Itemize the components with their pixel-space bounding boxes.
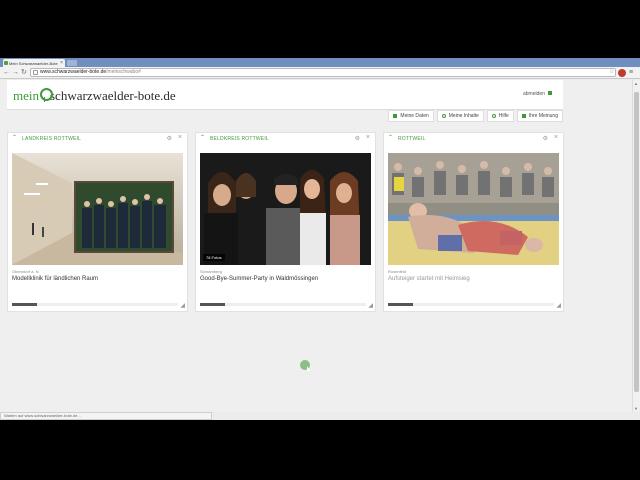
nav-label: Hilfe	[498, 113, 509, 119]
nav-label: Ihre Meinung	[528, 113, 558, 119]
news-card: ⌃ BELDKREIS ROTTWEIL ⚙ × 78 Fotos Schram…	[195, 132, 376, 312]
page-viewport: mein schwarzwaelder-bote.de abmelden Mein…	[0, 80, 632, 412]
card-title: LANDKREIS ROTTWEIL	[22, 136, 82, 142]
menu-icon[interactable]: ≡	[629, 68, 633, 77]
progress-fill	[388, 303, 413, 306]
article-headline[interactable]: Modellklinik für ländlichen Raum	[12, 276, 98, 282]
nav-label: Meine Daten	[400, 113, 429, 119]
scroll-down-icon[interactable]: ▼	[634, 406, 638, 411]
article-photo[interactable]	[12, 153, 183, 265]
nav-label: Meine Inhalte	[448, 113, 479, 119]
logout-link[interactable]: abmelden	[523, 91, 552, 97]
card-header: ⌃ BELDKREIS ROTTWEIL ⚙ ×	[196, 133, 375, 145]
rotation-progress	[12, 303, 178, 306]
article-headline[interactable]: Aufsteiger startet mit Heimsieg	[388, 276, 470, 282]
browser-toolbar: ← → ↻ www.schwarzwaelder-bote.de/meinsch…	[0, 67, 640, 79]
collapse-chevron-icon[interactable]: ⌃	[12, 134, 17, 141]
status-bar: Warten auf www.schwarzwaelder-bote.de...	[0, 412, 212, 420]
scrollbar-thumb[interactable]	[634, 92, 639, 392]
grid-icon	[393, 113, 398, 118]
close-icon[interactable]: ×	[366, 134, 370, 141]
rotation-progress	[200, 303, 366, 306]
nav-ihre-meinung[interactable]: Ihre Meinung	[516, 110, 563, 122]
nav-hilfe[interactable]: Hilfe	[486, 110, 514, 122]
favicon-icon	[4, 61, 8, 65]
page-info-icon	[33, 70, 38, 75]
tab-title: Mein Schwarzwaelder-Bote	[9, 61, 58, 66]
card-header: ⌃ LANDKREIS ROTTWEIL ⚙ ×	[8, 133, 187, 145]
article-location: Oberndorf a. N.	[12, 269, 40, 274]
url-host: www.schwarzwaelder-bote.de	[40, 69, 107, 75]
back-icon[interactable]: ←	[3, 68, 10, 78]
logout-label: abmelden	[523, 91, 545, 97]
close-icon[interactable]: ×	[178, 134, 182, 141]
collapse-chevron-icon[interactable]: ⌃	[200, 134, 205, 141]
forward-icon[interactable]: →	[12, 68, 19, 78]
vertical-scrollbar[interactable]: ▲ ▼	[632, 80, 640, 412]
tab-strip: Mein Schwarzwaelder-Bote ×	[0, 58, 640, 67]
logo-site: schwarzwaelder-bote.de	[50, 88, 176, 103]
scroll-up-icon[interactable]: ▲	[634, 81, 638, 86]
nav-meine-daten[interactable]: Meine Daten	[388, 110, 434, 122]
gear-icon[interactable]: ⚙	[355, 135, 360, 142]
progress-fill	[12, 303, 37, 306]
reload-icon[interactable]: ↻	[21, 68, 27, 78]
article-headline[interactable]: Good-Bye-Summer-Party in Waldmössingen	[200, 276, 318, 282]
browser-tab[interactable]: Mein Schwarzwaelder-Bote ×	[3, 59, 65, 67]
resize-handle-icon[interactable]: ◢	[180, 303, 185, 309]
resize-handle-icon[interactable]: ◢	[368, 303, 373, 309]
card-header: ⌃ ROTTWEIL ⚙ ×	[384, 133, 563, 145]
gear-icon[interactable]: ⚙	[167, 135, 172, 142]
browser-window: Mein Schwarzwaelder-Bote × ← → ↻ www.sch…	[0, 58, 640, 420]
resize-handle-icon[interactable]: ◢	[556, 303, 561, 309]
card-title: BELDKREIS ROTTWEIL	[210, 136, 269, 142]
pin-icon	[40, 88, 53, 102]
card-title: ROTTWEIL	[398, 136, 426, 142]
speech-bubble-icon	[441, 113, 446, 118]
nav-meine-inhalte[interactable]: Meine Inhalte	[436, 110, 484, 122]
collapse-chevron-icon[interactable]: ⌃	[388, 134, 393, 141]
logo-mein: mein	[13, 88, 39, 103]
tab-close-icon[interactable]: ×	[60, 60, 63, 66]
comment-icon	[521, 113, 526, 118]
article-location: Rosenfeld	[388, 269, 407, 274]
help-icon	[491, 113, 496, 118]
photo-count-badge: 78 Fotos	[203, 254, 225, 261]
new-tab-button[interactable]	[67, 60, 77, 66]
close-icon[interactable]: ×	[554, 134, 558, 141]
article-location: Schramberg	[200, 269, 222, 274]
progress-fill	[200, 303, 225, 306]
extension-icon[interactable]	[618, 69, 626, 77]
mouse-cursor-icon	[307, 366, 310, 371]
gear-icon[interactable]: ⚙	[543, 135, 548, 142]
url-path: /meinschwabo#	[106, 69, 141, 75]
article-photo[interactable]	[388, 153, 559, 265]
article-photo[interactable]: 78 Fotos	[200, 153, 371, 265]
rotation-progress	[388, 303, 554, 306]
bookmark-star-icon[interactable]: ☆	[609, 68, 614, 77]
logout-icon	[547, 91, 552, 95]
site-header: mein schwarzwaelder-bote.de abmelden	[7, 80, 563, 110]
news-card: ⌃ ROTTWEIL ⚙ × Rosenfeld Aufsteiger star…	[383, 132, 564, 312]
site-logo[interactable]: mein schwarzwaelder-bote.de	[13, 88, 176, 104]
user-nav: Meine Daten Meine Inhalte Hilfe Ihre Mei…	[388, 110, 563, 122]
news-card: ⌃ LANDKREIS ROTTWEIL ⚙ × Oberndorf a. N.…	[7, 132, 188, 312]
address-bar[interactable]: www.schwarzwaelder-bote.de/meinschwabo#	[30, 68, 616, 77]
